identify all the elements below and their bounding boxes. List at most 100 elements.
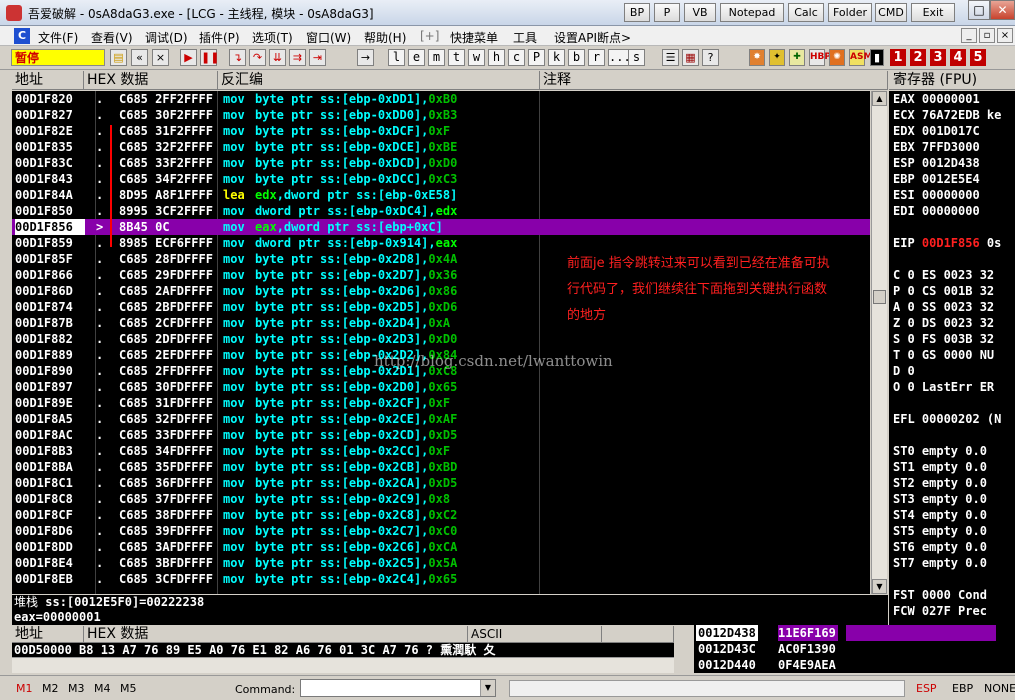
command-dropdown-icon[interactable]: ▼ (480, 680, 495, 696)
plugin-icon-3[interactable]: ✚ (789, 49, 805, 66)
register-line[interactable]: A 0 SS 0023 32 (893, 299, 994, 315)
register-line[interactable]: Z 0 DS 0023 32 (893, 315, 994, 331)
register-line[interactable]: EBP 0012E5E4 (893, 171, 980, 187)
help-icon[interactable]: ? (702, 49, 719, 66)
mark-m2[interactable]: M2 (42, 682, 59, 695)
menu-file[interactable]: 文件(F) (38, 29, 78, 46)
menu-shortcuts[interactable]: 快捷菜单 (450, 29, 498, 46)
notepad-button[interactable]: Notepad (720, 3, 784, 22)
disassembly-scrollbar[interactable]: ▲ ▼ (871, 91, 887, 594)
memory-window-button[interactable]: m (428, 49, 445, 66)
header-hex[interactable]: HEX 数据 (84, 71, 218, 90)
stack-row[interactable]: 0012D440 0F4E9AEA (694, 657, 1015, 673)
register-line[interactable]: ST2 empty 0.0 (893, 475, 987, 491)
menu-window[interactable]: 窗口(W) (306, 29, 351, 46)
plugin-icon-2[interactable]: ✦ (769, 49, 785, 66)
disasm-row[interactable]: 00D1F8BA. C685 35FDFFFF mov byte ptr ss:[eb… (12, 459, 870, 475)
disasm-row[interactable]: 00D1F8CF. C685 38FDFFFF mov byte ptr ss:[eb… (12, 507, 870, 523)
menu-view[interactable]: 查看(V) (91, 29, 133, 46)
mdi-minimize-icon[interactable]: _ (961, 28, 977, 43)
disasm-row[interactable]: 00D1F89E. C685 31FDFFFF mov byte ptr ss:[eb… (12, 395, 870, 411)
mark-m5[interactable]: M5 (120, 682, 137, 695)
register-line[interactable]: ST1 empty 0.0 (893, 459, 987, 475)
number-1-button[interactable]: 1 (890, 49, 906, 66)
dump-header-hex[interactable]: HEX 数据 (84, 626, 468, 643)
disasm-row[interactable]: 00D1F820. C685 2FF2FFFF mov byte ptr ss:[eb… (12, 91, 870, 107)
register-line[interactable]: EDI 00000000 (893, 203, 980, 219)
disasm-row[interactable]: 00D1F835. C685 32F2FFFF mov byte ptr ss:[eb… (12, 139, 870, 155)
gear-plugin-icon[interactable]: ✺ (829, 49, 845, 66)
disasm-row[interactable]: 00D1F8AC. C685 33FDFFFF mov byte ptr ss:[eb… (12, 427, 870, 443)
log-window-button[interactable]: l (388, 49, 405, 66)
open-icon[interactable]: ▤ (110, 49, 127, 66)
register-line[interactable]: FCW 027F Prec (893, 603, 987, 619)
menu-tools[interactable]: 工具 (513, 29, 537, 46)
maximize-icon[interactable]: □ (968, 0, 990, 20)
scroll-down-icon[interactable]: ▼ (872, 579, 887, 594)
scroll-up-icon[interactable]: ▲ (872, 91, 887, 106)
disasm-row[interactable]: 00D1F8A5. C685 32FDFFFF mov byte ptr ss:[eb… (12, 411, 870, 427)
run-icon[interactable]: ▶ (180, 49, 197, 66)
header-comment[interactable]: 注释 (540, 71, 888, 90)
calc-button[interactable]: Calc (788, 3, 824, 22)
header-disassembly[interactable]: 反汇编 (218, 71, 540, 90)
plugin-icon-1[interactable]: ✸ (749, 49, 765, 66)
register-line[interactable]: O 0 LastErr ER (893, 379, 994, 395)
pause-icon[interactable]: ❚❚ (200, 49, 219, 66)
register-line[interactable]: ESI 00000000 (893, 187, 980, 203)
disasm-row[interactable]: 00D1F8EB. C685 3CFDFFFF mov byte ptr ss:[eb… (12, 571, 870, 587)
plugin-icon-bar[interactable]: ▮ (870, 49, 884, 66)
hbp-icon[interactable]: HBP (809, 49, 831, 66)
p-button[interactable]: P (654, 3, 680, 22)
register-line[interactable]: S 0 FS 003B 32 (893, 331, 994, 347)
scroll-thumb[interactable] (873, 290, 886, 304)
mark-m1[interactable]: M1 (16, 682, 33, 695)
register-line[interactable]: ECX 76A72EDB ke (893, 107, 1001, 123)
number-4-button[interactable]: 4 (950, 49, 966, 66)
disasm-row[interactable]: 00D1F83C. C685 33F2FFFF mov byte ptr ss:[eb… (12, 155, 870, 171)
options-icon[interactable]: ▦ (682, 49, 699, 66)
disasm-row[interactable]: 00D1F827. C685 30F2FFFF mov byte ptr ss:[eb… (12, 107, 870, 123)
menu-help[interactable]: 帮助(H) (364, 29, 406, 46)
stack-row[interactable]: 0012D43C AC0F1390 (694, 641, 1015, 657)
register-line[interactable]: EIP 00D1F856 0s (893, 235, 1001, 251)
disasm-row[interactable]: 00D1F8C8. C685 37FDFFFF mov byte ptr ss:[eb… (12, 491, 870, 507)
number-3-button[interactable]: 3 (930, 49, 946, 66)
register-line[interactable]: ST4 empty 0.0 (893, 507, 987, 523)
menu-plugins[interactable]: 插件(P) (199, 29, 240, 46)
disasm-row[interactable]: 00D1F882. C685 2DFDFFFF mov byte ptr ss:[eb… (12, 331, 870, 347)
register-line[interactable]: T 0 GS 0000 NU (893, 347, 994, 363)
register-line[interactable]: ST3 empty 0.0 (893, 491, 987, 507)
register-line[interactable]: D 0 (893, 363, 915, 379)
cmd-button[interactable]: CMD (875, 3, 907, 22)
disasm-row[interactable]: 00D1F843. C685 34F2FFFF mov byte ptr ss:[eb… (12, 171, 870, 187)
menu-options[interactable]: 选项(T) (252, 29, 293, 46)
list-icon[interactable]: ☰ (662, 49, 679, 66)
stack-pane[interactable]: 0012D438 11E6F169 0012D43C AC0F1390 0012D440… (694, 625, 1015, 673)
restart-icon[interactable]: « (131, 49, 148, 66)
register-line[interactable]: EDX 001D017C (893, 123, 980, 139)
register-line[interactable]: ESP 0012D438 (893, 155, 980, 171)
stack-row[interactable]: 0012D438 11E6F169 (694, 625, 1015, 641)
source-window-button[interactable]: s (628, 49, 645, 66)
register-line[interactable]: ST7 empty 0.0 (893, 555, 987, 571)
trace-over-icon[interactable]: ⇉ (289, 49, 306, 66)
register-line[interactable]: C 0 ES 0023 32 (893, 267, 994, 283)
none-label[interactable]: NONE (984, 682, 1015, 695)
registers-pane[interactable]: EAX 00000001 ECX 76A72EDB ke EDX 001D017C E… (889, 91, 1015, 625)
esp-label[interactable]: ESP (916, 682, 937, 695)
register-line[interactable]: P 0 CS 001B 32 (893, 283, 994, 299)
references-window-button[interactable]: r (588, 49, 605, 66)
mdi-restore-icon[interactable]: ▫ (979, 28, 995, 43)
goto-icon[interactable]: → (357, 49, 374, 66)
menu-plus[interactable]: [+] (420, 29, 439, 43)
execute-till-return-icon[interactable]: ⇥ (309, 49, 326, 66)
mark-m3[interactable]: M3 (68, 682, 85, 695)
vb-button[interactable]: VB (684, 3, 716, 22)
register-line[interactable]: EFL 00000202 (N (893, 411, 1001, 427)
patches-window-button[interactable]: P (528, 49, 545, 66)
modules-window-button[interactable]: e (408, 49, 425, 66)
run-trace-button[interactable]: ... (608, 49, 631, 66)
number-5-button[interactable]: 5 (970, 49, 986, 66)
disasm-row[interactable]: 00D1F8C1. C685 36FDFFFF mov byte ptr ss:[eb… (12, 475, 870, 491)
